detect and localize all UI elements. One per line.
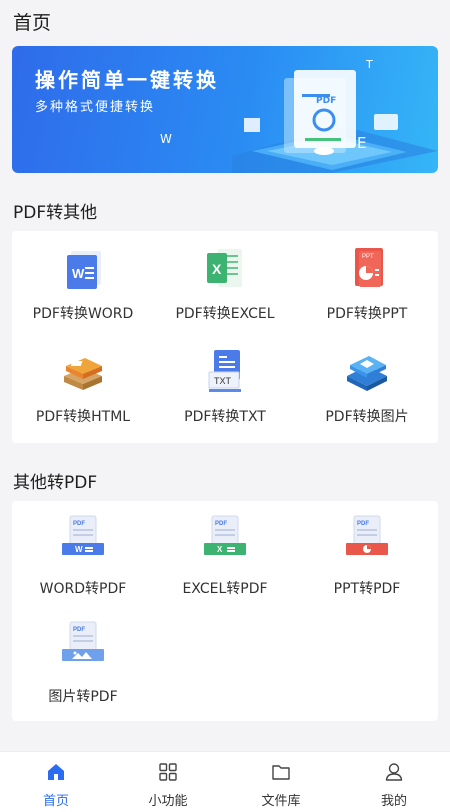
html-stack-icon xyxy=(64,358,102,390)
user-icon xyxy=(385,763,403,781)
svg-text:X: X xyxy=(217,545,223,554)
tab-label: 文件库 xyxy=(261,794,301,809)
tool-label: PDF转换图片 xyxy=(325,409,409,425)
other-to-pdf-card: PDF W WORD转PDF PDF X EXCEL转PDF PDF PPT转P… xyxy=(12,501,438,721)
tool-word-to-pdf[interactable]: PDF W WORD转PDF xyxy=(12,501,154,606)
tab-mine[interactable]: 我的 xyxy=(338,752,450,812)
svg-text:PPT: PPT xyxy=(362,254,374,260)
word-to-pdf-icon: PDF W xyxy=(62,515,104,555)
tool-label: 图片转PDF xyxy=(48,689,118,705)
svg-text:TXT: TXT xyxy=(214,376,232,386)
banner-title: 操作简单一键转换 xyxy=(35,68,219,92)
tool-pdf-to-word[interactable]: W PDF转换WORD xyxy=(12,231,154,331)
tab-home[interactable]: 首页 xyxy=(0,752,112,812)
svg-text:W: W xyxy=(75,545,83,554)
excel-to-pdf-icon: PDF X xyxy=(204,515,246,555)
tool-label: PPT转PDF xyxy=(333,581,401,597)
banner-doc-label: PDF xyxy=(316,96,337,106)
svg-text:PDF: PDF xyxy=(215,521,227,527)
tool-pdf-to-image[interactable]: PDF转换图片 xyxy=(296,336,438,436)
tool-label: PDF转换TXT xyxy=(184,409,266,425)
home-icon xyxy=(48,764,64,780)
image-to-pdf-icon: PDF xyxy=(62,621,104,661)
tool-label: PDF转换PPT xyxy=(326,306,408,322)
svg-text:X: X xyxy=(212,261,222,277)
image-stack-icon xyxy=(347,356,387,391)
tool-label: EXCEL转PDF xyxy=(182,581,268,597)
banner-w-letter: W xyxy=(160,132,172,146)
svg-text:PDF: PDF xyxy=(357,521,369,527)
section-title-other-to-pdf: 其他转PDF xyxy=(13,473,98,493)
tab-tools[interactable]: 小功能 xyxy=(112,752,224,812)
word-doc-icon: W xyxy=(67,251,101,289)
bottom-tab-bar: 首页 小功能 文件库 我的 xyxy=(0,751,450,812)
tool-excel-to-pdf[interactable]: PDF X EXCEL转PDF xyxy=(154,501,296,606)
tool-image-to-pdf[interactable]: PDF 图片转PDF xyxy=(12,609,154,714)
tool-label: PDF转换WORD xyxy=(32,306,134,322)
page-title: 首页 xyxy=(13,12,52,34)
ppt-doc-icon: PPT xyxy=(355,248,383,287)
section-title-pdf-to-other: PDF转其他 xyxy=(13,203,98,223)
tool-pdf-to-ppt[interactable]: PPT PDF转换PPT xyxy=(296,231,438,331)
tool-label: PDF转换EXCEL xyxy=(175,306,275,322)
txt-doc-icon: TXT xyxy=(208,350,241,392)
tool-ppt-to-pdf[interactable]: PDF PPT转PDF xyxy=(296,501,438,606)
banner-subtitle: 多种格式便捷转换 xyxy=(35,100,156,115)
tab-files[interactable]: 文件库 xyxy=(225,752,337,812)
svg-text:PDF: PDF xyxy=(73,521,85,527)
svg-text:W: W xyxy=(72,266,85,281)
promo-banner[interactable]: 操作简单一键转换 多种格式便捷转换 PDF W E T xyxy=(12,46,438,173)
tool-label: WORD转PDF xyxy=(39,581,127,597)
tab-label: 首页 xyxy=(42,794,69,809)
tool-label: PDF转换HTML xyxy=(35,409,131,425)
ppt-to-pdf-icon: PDF xyxy=(346,515,388,555)
banner-t-letter: T xyxy=(366,58,373,71)
grid-icon xyxy=(159,763,177,781)
tab-label: 小功能 xyxy=(148,794,188,809)
tool-pdf-to-txt[interactable]: TXT PDF转换TXT xyxy=(154,336,296,436)
excel-doc-icon: X xyxy=(207,249,242,287)
banner-e-letter: E xyxy=(357,134,367,152)
tool-pdf-to-excel[interactable]: X PDF转换EXCEL xyxy=(154,231,296,331)
svg-text:PDF: PDF xyxy=(73,627,85,633)
tab-label: 我的 xyxy=(380,794,407,809)
folder-icon xyxy=(272,765,290,780)
tool-pdf-to-html[interactable]: PDF转换HTML xyxy=(12,336,154,436)
pdf-to-other-card: W PDF转换WORD X PDF转换EXCEL PPT PDF转换PPT PD… xyxy=(12,231,438,443)
